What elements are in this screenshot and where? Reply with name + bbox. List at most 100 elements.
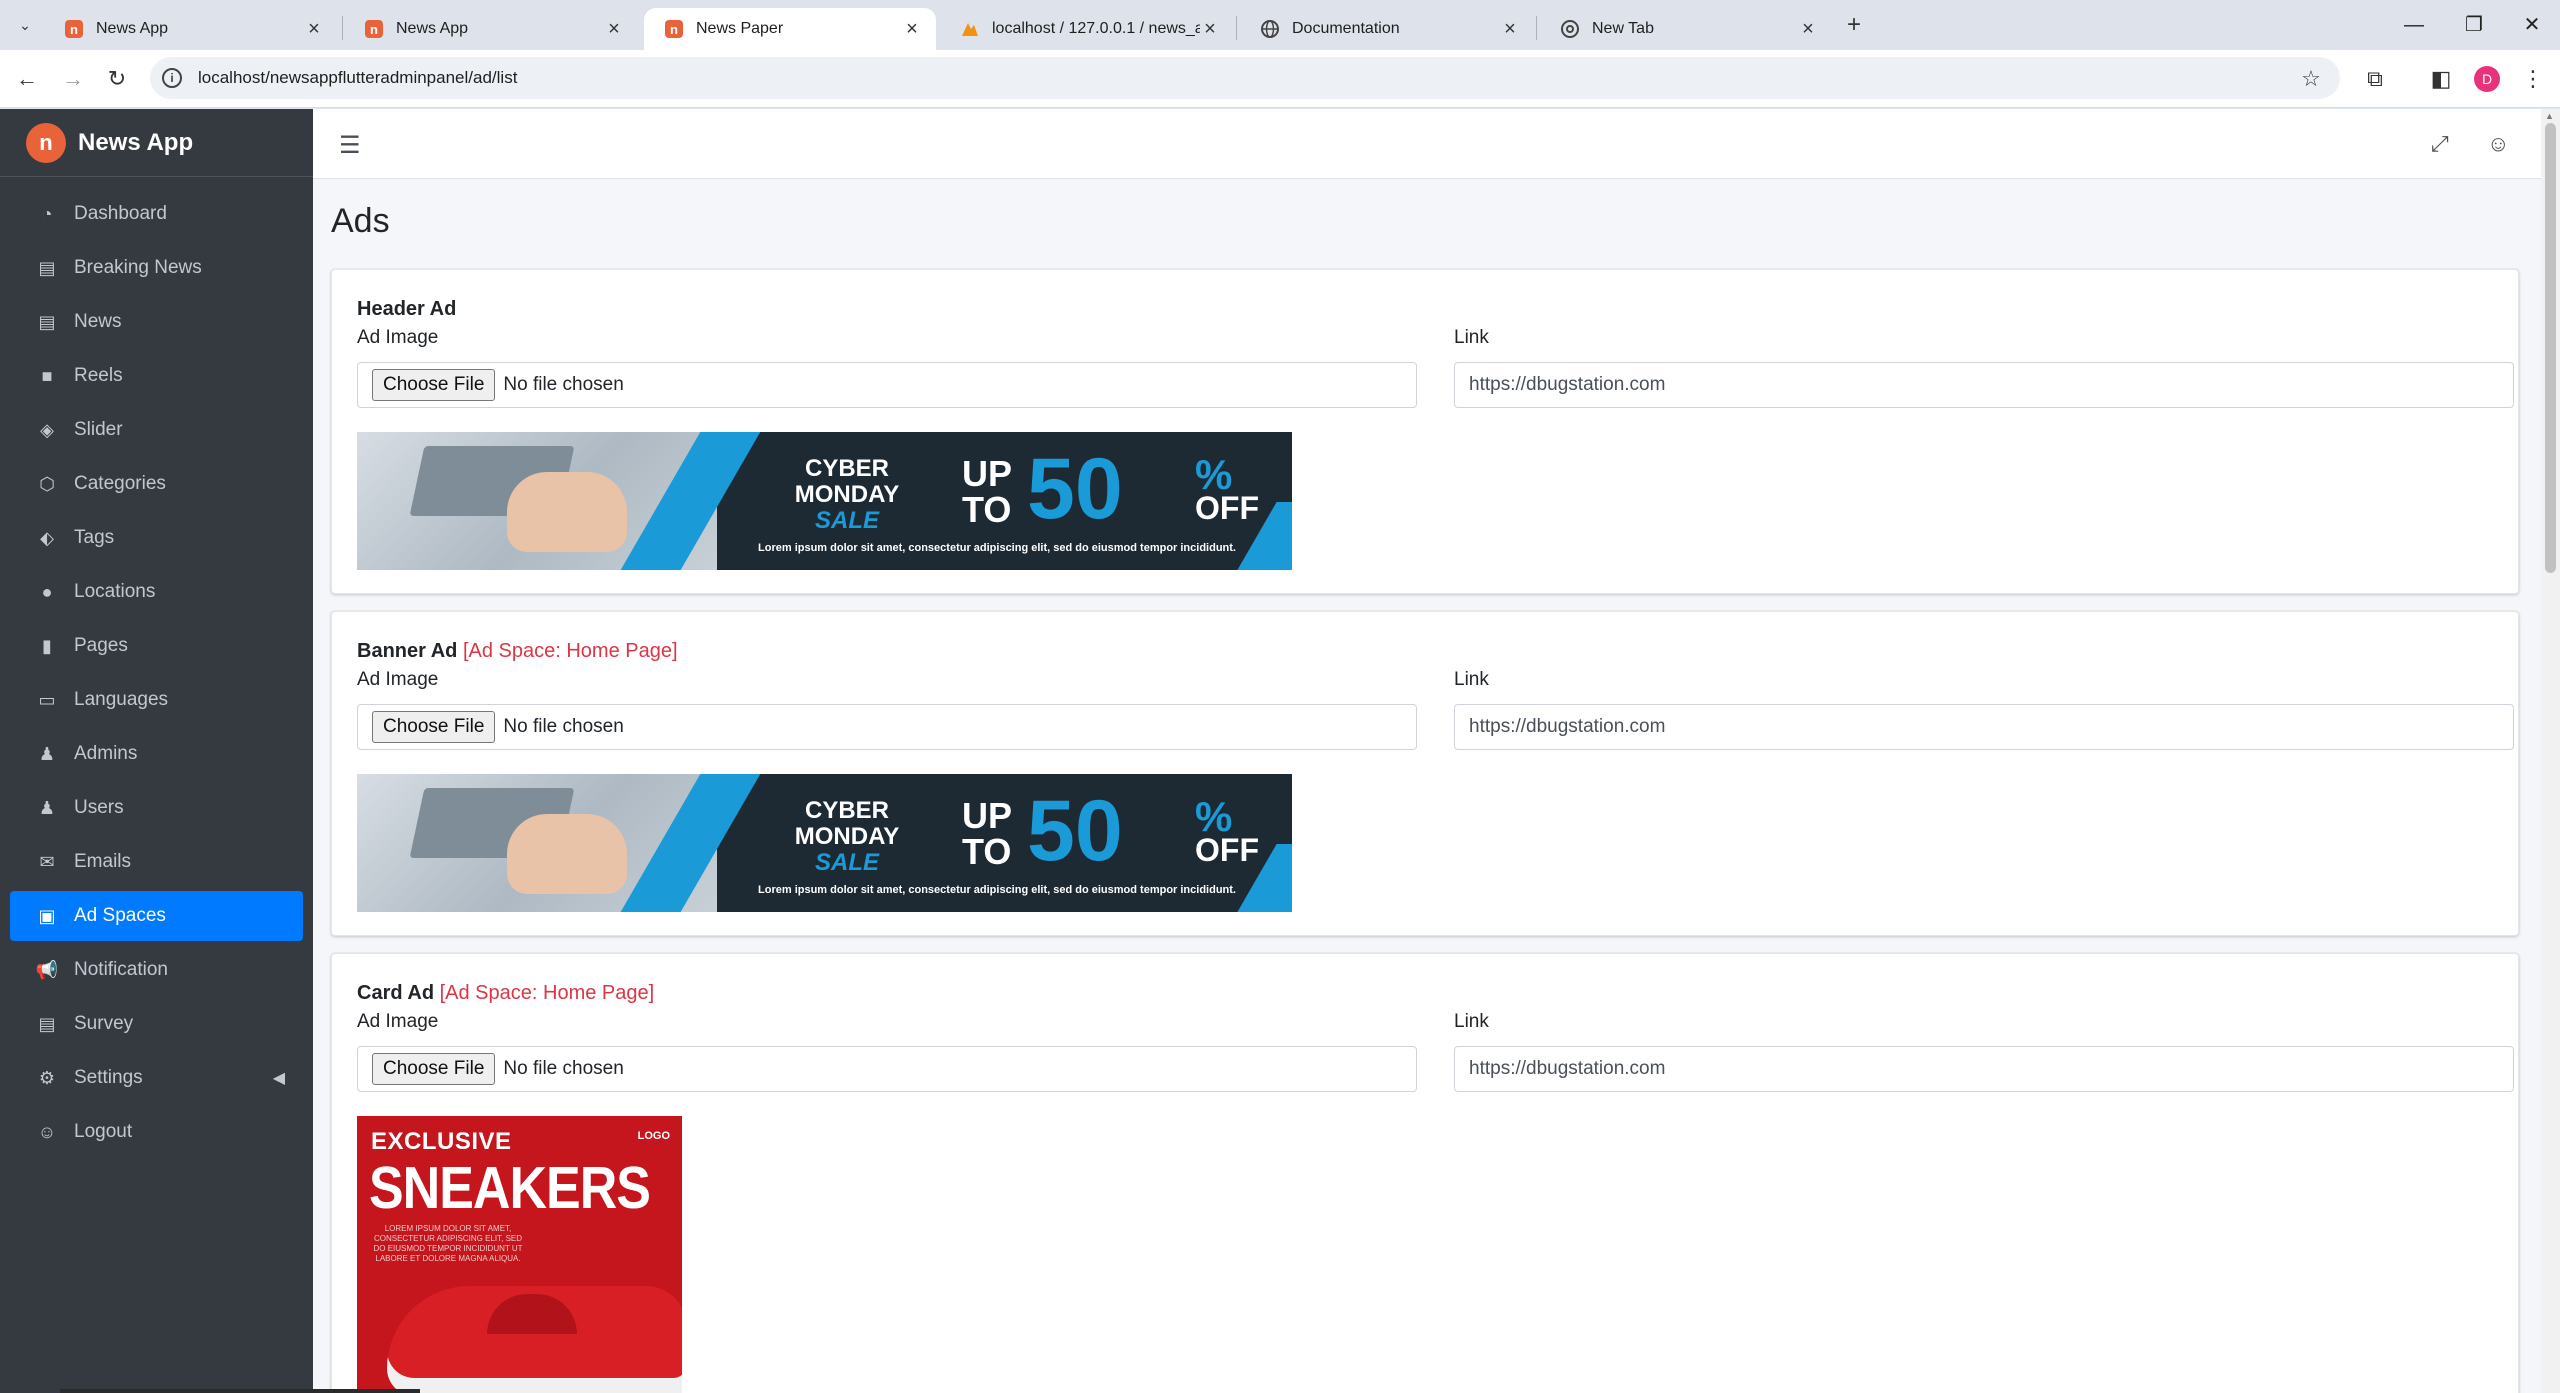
sidebar-item-survey[interactable]: ▤ Survey	[10, 999, 303, 1049]
profile-avatar[interactable]: D	[2474, 66, 2500, 92]
sidebar-item-languages[interactable]: ▭ Languages	[10, 675, 303, 725]
ad-title: Banner Ad [Ad Space: Home Page]	[357, 640, 678, 663]
site-info-icon[interactable]: i	[162, 68, 182, 88]
close-tab-icon[interactable]: ×	[304, 18, 324, 41]
brand-name: News App	[78, 128, 194, 156]
browser-tab[interactable]: localhost / 127.0.0.1 / news_ap ×	[940, 8, 1234, 50]
svg-text:n: n	[670, 22, 678, 37]
link-input[interactable]: https://dbugstation.com	[1454, 1046, 2514, 1092]
page-scrollbar[interactable]: ▲	[2541, 109, 2560, 1393]
sidebar-item-notification[interactable]: 📢 Notification	[10, 945, 303, 995]
close-tab-icon[interactable]: ×	[902, 18, 922, 41]
ad-card-banner: Banner Ad [Ad Space: Home Page] Ad Image…	[331, 611, 2519, 936]
tab-title: News App	[96, 20, 169, 37]
sidebar-item-slider[interactable]: ◈ Slider	[10, 405, 303, 455]
reload-icon[interactable]: ↻	[102, 64, 132, 94]
banner-lorem: Lorem ipsum dolor sit amet, consectetur …	[758, 884, 1236, 896]
link-input[interactable]: https://dbugstation.com	[1454, 362, 2514, 408]
sidebar-item-admins[interactable]: ♟ Admins	[10, 729, 303, 779]
video-icon: ■	[41, 365, 53, 386]
chevron-left-icon[interactable]: ◀	[273, 1068, 285, 1088]
address-bar-url[interactable]: localhost/newsappflutteradminpanel/ad/li…	[198, 68, 517, 88]
user-profile-icon[interactable]: ☺	[2487, 131, 2509, 157]
choose-file-button[interactable]: Choose File	[372, 1053, 496, 1085]
ad-image-file-input[interactable]: Choose File No file chosen	[357, 704, 1417, 750]
hands-graphic	[507, 814, 627, 894]
banner-percent: 50	[1027, 441, 1123, 537]
sidebar-item-breaking-news[interactable]: ▤ Breaking News	[10, 243, 303, 293]
choose-file-button[interactable]: Choose File	[372, 369, 496, 401]
banner-to: TO	[962, 831, 1012, 872]
close-tab-icon[interactable]: ×	[1798, 18, 1818, 41]
browser-tab-active[interactable]: n News Paper ×	[644, 8, 936, 50]
news-app-logo-icon: n	[26, 122, 66, 163]
sidebar-item-reels[interactable]: ■ Reels	[10, 351, 303, 401]
browser-tabstrip: ⌄ n News App × n News App × n News Paper…	[0, 0, 2560, 50]
cube-icon: ⬡	[39, 473, 55, 494]
browser-toolbar: ← → ↻ i localhost/newsappflutteradminpan…	[0, 50, 2560, 108]
banner-up: UP	[962, 795, 1013, 836]
sidebar: n News App ◔ Dashboard ▤ Breaking News ▤ News…	[0, 109, 313, 1393]
close-tab-icon[interactable]: ×	[1200, 18, 1220, 41]
sidebar-item-emails[interactable]: ✉ Emails	[10, 837, 303, 887]
sidebar-item-news[interactable]: ▤ News	[10, 297, 303, 347]
browser-tab[interactable]: Documentation ×	[1240, 8, 1534, 50]
sidebar-item-users[interactable]: ♟ Users	[10, 783, 303, 833]
newspaper-icon: ▤	[38, 257, 56, 278]
close-window-icon[interactable]: ✕	[2512, 10, 2552, 40]
sidebar-item-label: Reels	[74, 365, 123, 386]
sidebar-item-locations[interactable]: ● Locations	[10, 567, 303, 617]
side-panel-icon[interactable]: ◧	[2426, 64, 2456, 94]
sidebar-item-dashboard[interactable]: ◔ Dashboard	[10, 189, 303, 239]
browser-tab[interactable]: New Tab ×	[1540, 8, 1832, 50]
close-tab-icon[interactable]: ×	[1500, 18, 1520, 41]
sidebar-item-label: News	[74, 311, 122, 332]
minimize-window-icon[interactable]: —	[2394, 10, 2434, 40]
tab-title: News Paper	[696, 20, 784, 37]
card-small-text: LOREM IPSUM DOLOR SIT AMET, CONSECTETUR …	[373, 1224, 523, 1263]
scrollbar-thumb[interactable]	[2545, 123, 2556, 573]
browser-tab[interactable]: n News App ×	[344, 8, 638, 50]
tag-icon: ⬖	[40, 527, 54, 548]
link-input[interactable]: https://dbugstation.com	[1454, 704, 2514, 750]
banner-headline: CYBER MONDAY SALE	[767, 456, 927, 534]
ad-image-file-input[interactable]: Choose File No file chosen	[357, 362, 1417, 408]
ad-space-label: [Ad Space: Home Page]	[462, 640, 678, 662]
close-tab-icon[interactable]: ×	[604, 18, 624, 41]
browser-menu-kebab-icon[interactable]: ⋮	[2518, 64, 2548, 94]
banner-lorem: Lorem ipsum dolor sit amet, consectetur …	[758, 542, 1236, 554]
banner-percent-sign: %	[1195, 451, 1233, 498]
restore-window-icon[interactable]: ❐	[2454, 10, 2494, 40]
sidebar-item-categories[interactable]: ⬡ Categories	[10, 459, 303, 509]
poll-icon: ▤	[38, 1013, 56, 1034]
sidebar-item-label: Survey	[74, 1013, 134, 1034]
banner-to: TO	[962, 489, 1012, 530]
hamburger-menu-icon[interactable]: ☰	[339, 131, 361, 160]
dashboard-icon: ◔	[41, 203, 53, 224]
sidebar-item-pages[interactable]: ▮ Pages	[10, 621, 303, 671]
banner-sale: SALE	[814, 849, 879, 876]
map-pin-icon: ●	[41, 581, 53, 602]
back-arrow-icon[interactable]: ←	[12, 64, 42, 94]
scroll-up-arrow-icon[interactable]: ▲	[2545, 111, 2554, 121]
sidebar-item-logout[interactable]: ☺ Logout	[10, 1107, 303, 1157]
browser-tab[interactable]: n News App ×	[44, 8, 338, 50]
banner-cyber: CYBER	[804, 797, 889, 824]
sidebar-item-label: Breaking News	[74, 257, 202, 278]
address-bar[interactable]: i localhost/newsappflutteradminpanel/ad/…	[150, 57, 2340, 99]
choose-file-button[interactable]: Choose File	[372, 711, 496, 743]
page-title: Ads	[331, 202, 390, 240]
forward-arrow-icon[interactable]: →	[58, 64, 88, 94]
extensions-puzzle-icon[interactable]: ⧉	[2360, 64, 2390, 94]
tab-search-chevron-icon[interactable]: ⌄	[12, 12, 38, 38]
bullhorn-icon: 📢	[35, 959, 59, 980]
sidebar-item-tags[interactable]: ⬖ Tags	[10, 513, 303, 563]
sidebar-item-settings[interactable]: ⚙ Settings ◀	[10, 1053, 303, 1103]
brand-link[interactable]: n News App	[0, 109, 313, 177]
new-tab-plus-icon[interactable]: +	[1840, 12, 1868, 40]
fullscreen-expand-icon[interactable]: ⤢	[2431, 131, 2449, 157]
sidebar-item-ad-spaces[interactable]: ▣ Ad Spaces	[10, 891, 303, 941]
ad-image-file-input[interactable]: Choose File No file chosen	[357, 1046, 1417, 1092]
sidebar-item-label: Users	[74, 797, 124, 818]
bookmark-star-icon[interactable]: ☆	[2296, 64, 2326, 94]
